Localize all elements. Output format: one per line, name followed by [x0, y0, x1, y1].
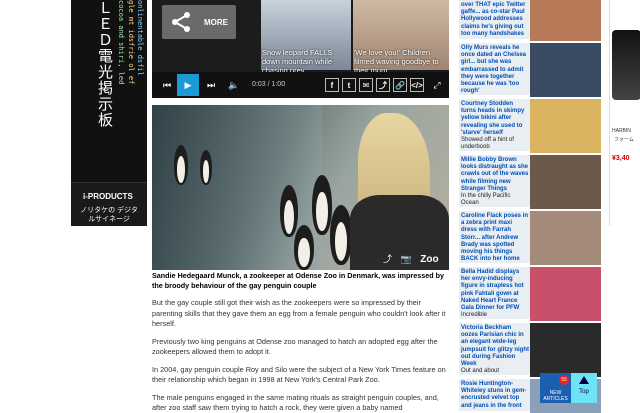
news-subline: In the chilly Pacific Ocean [461, 193, 511, 207]
left-advertisement[interactable]: ＬＥＤ電光掲示板 cocoa and shiri, led gle mt ids… [71, 0, 147, 226]
ad-text-stripe: onlinentable dsfil [136, 0, 144, 76]
email-icon[interactable]: ✉ [359, 78, 373, 92]
news-headline[interactable]: Millie Bobby Brown looks distraught as s… [461, 157, 528, 192]
photo-caption: Sandie Hedegaard Munck, a zookeeper at O… [152, 271, 444, 290]
news-item[interactable]: Olly Murs reveals he once dated an Chels… [459, 43, 601, 97]
share-icon [172, 12, 190, 32]
ad-product-type: フォーム [614, 137, 634, 143]
new-articles-label: NEW ARTICLES [543, 390, 568, 402]
penguin [330, 205, 352, 265]
ad-subtitle: ノリタケの デジタルサイネージ [80, 207, 138, 223]
news-thumbnail[interactable] [530, 323, 601, 377]
led-ad-title: ＬＥＤ電光掲示板 [96, 0, 114, 128]
news-item[interactable]: Courtney Stodden turns heads in skimpy y… [459, 99, 601, 153]
previous-icon[interactable]: ⏮ [160, 77, 174, 93]
play-icon[interactable]: ▶ [177, 74, 199, 96]
news-subline: Showed off a hint of underboob [461, 137, 514, 151]
news-headline[interactable]: Courtney Stodden turns heads in skimpy y… [461, 101, 524, 136]
volume-icon[interactable]: 🔈 [227, 77, 241, 93]
share-icon[interactable]: ⤴ [376, 78, 390, 92]
news-thumbnail[interactable] [530, 0, 601, 41]
news-subline: Out and about [461, 368, 500, 375]
ad-product-price: ¥3,40 [612, 155, 630, 162]
news-item[interactable]: over THAT epic Twitter gaffe... as co-st… [459, 0, 601, 41]
news-thumbnail[interactable] [530, 155, 601, 209]
penguin [280, 185, 298, 237]
news-headline[interactable]: over THAT epic Twitter gaffe... as co-st… [461, 2, 525, 37]
more-label: MORE [204, 18, 228, 27]
news-thumbnail[interactable] [530, 43, 601, 97]
camera-icon[interactable]: 📷 [401, 254, 412, 265]
news-item[interactable]: Victoria Beckham oozes Parisian chic in … [459, 323, 601, 377]
news-headline[interactable]: Caroline Flack poses in a zebra print ma… [461, 213, 528, 262]
top-label: Top [579, 389, 589, 395]
player-controls: ⏮ ▶ ⏭ 🔈 0:03 / 1:00 f t ✉ ⤴ 🔗 </> ⤢ [152, 72, 449, 98]
arrow-up-icon [579, 376, 589, 384]
facebook-icon[interactable]: f [325, 78, 339, 92]
news-item[interactable]: Caroline Flack poses in a zebra print ma… [459, 211, 601, 265]
ad-brand: i-PRODUCTS [83, 192, 133, 201]
article-paragraph: But the gay couple still got their wish … [152, 298, 446, 328]
right-advertisement[interactable]: HARBIN フォーム ¥3,40 [609, 0, 640, 226]
article-photo[interactable]: ⤴ 📷 Zoo [152, 105, 449, 270]
penguin [200, 150, 212, 185]
share-icon[interactable]: ⤴ [383, 252, 392, 265]
penguin [294, 225, 314, 270]
zookeeper-figure [350, 105, 449, 270]
ad-product-name: HARBIN [612, 128, 631, 134]
video-player[interactable]: MORE Snow leopard FALLS down mountain wh… [152, 0, 449, 98]
news-item[interactable]: Millie Bobby Brown looks distraught as s… [459, 155, 601, 209]
news-item[interactable]: Bella Hadid displays her envy-inducing f… [459, 267, 601, 321]
news-headline[interactable]: Rosie Huntington-Whiteley stuns in gem-e… [461, 381, 526, 409]
photo-watermark: Zoo [420, 254, 439, 265]
photo-tools: ⤴ 📷 Zoo [383, 252, 439, 265]
link-icon[interactable]: 🔗 [393, 78, 407, 92]
more-button[interactable]: MORE [162, 5, 236, 39]
news-headline[interactable]: Victoria Beckham oozes Parisian chic in … [461, 325, 529, 367]
embed-icon[interactable]: </> [410, 78, 424, 92]
related-video-caption[interactable]: 'We love you!' Children filmed waving go… [354, 48, 448, 75]
ad-text-stripe: cocoa and shiri, led [117, 0, 125, 85]
news-subline: Incredible [461, 312, 488, 319]
ad-text-stripe: gle mt idsfrie ol ef [127, 0, 135, 85]
article-paragraph: Previously two king penguins at Odense z… [152, 336, 438, 357]
penguin [312, 175, 332, 235]
penguin [174, 145, 188, 185]
fullscreen-icon[interactable]: ⤢ [430, 77, 444, 93]
news-headline[interactable]: Bella Hadid displays her envy-inducing f… [461, 269, 524, 311]
article-paragraph: In 2004, gay penguin couple Roy and Silo… [152, 364, 446, 385]
next-icon[interactable]: ⏭ [204, 77, 218, 93]
news-thumbnail[interactable] [530, 211, 601, 265]
twitter-icon[interactable]: t [342, 78, 356, 92]
related-video-caption[interactable]: Snow leopard FALLS down mountain while c… [262, 48, 350, 75]
news-thumbnail[interactable] [530, 267, 601, 321]
playback-time: 0:03 / 1:00 [252, 81, 286, 88]
new-articles-count: 55 [559, 375, 569, 385]
news-headline[interactable]: Olly Murs reveals he once dated an Chels… [461, 45, 526, 94]
ad-product-image [612, 30, 640, 100]
article-body: But the gay couple still got their wish … [152, 298, 449, 413]
new-articles-button[interactable]: 55 NEW ARTICLES [540, 373, 571, 403]
back-to-top-button[interactable]: Top [571, 373, 597, 403]
news-thumbnail[interactable] [530, 99, 601, 153]
article-paragraph: The male penguins engaged in the same ma… [152, 392, 439, 413]
